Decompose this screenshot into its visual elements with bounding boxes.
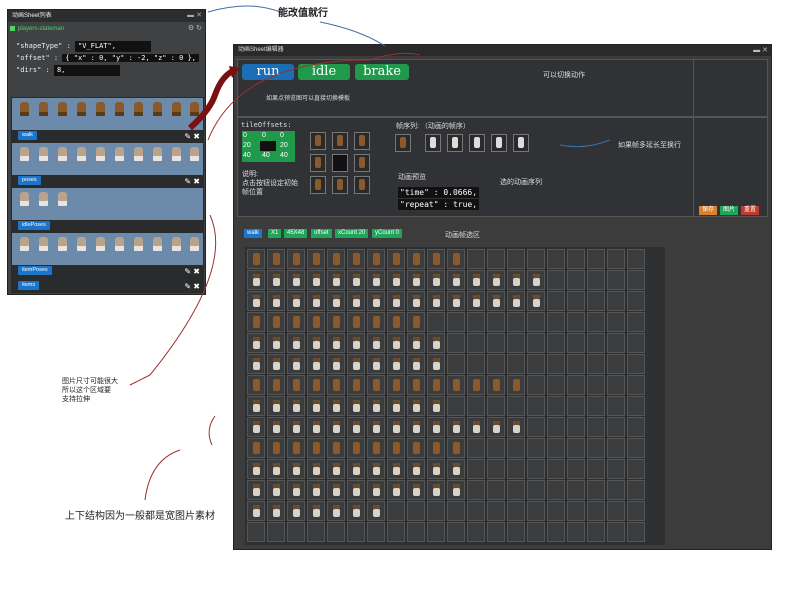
red-arrow-head bbox=[229, 66, 240, 78]
note-stretch-3: 支持拉伸 bbox=[62, 396, 90, 403]
note-top: 能改值就行 bbox=[278, 8, 328, 19]
arrow-stretch-note bbox=[129, 214, 217, 386]
arrow-preview-hint bbox=[207, 52, 421, 141]
red-arrow bbox=[187, 67, 237, 131]
annotation-strokes bbox=[129, 5, 611, 501]
arrow-top-note bbox=[319, 21, 386, 47]
arrow-to-top-note bbox=[207, 5, 281, 13]
arrow-bottom-note bbox=[208, 415, 216, 446]
arrow-bottom-note-2 bbox=[144, 449, 181, 501]
arrow-extend-hint bbox=[559, 139, 611, 148]
note-bottom: 上下结构因为一般都是宽图片素材 bbox=[65, 511, 215, 522]
